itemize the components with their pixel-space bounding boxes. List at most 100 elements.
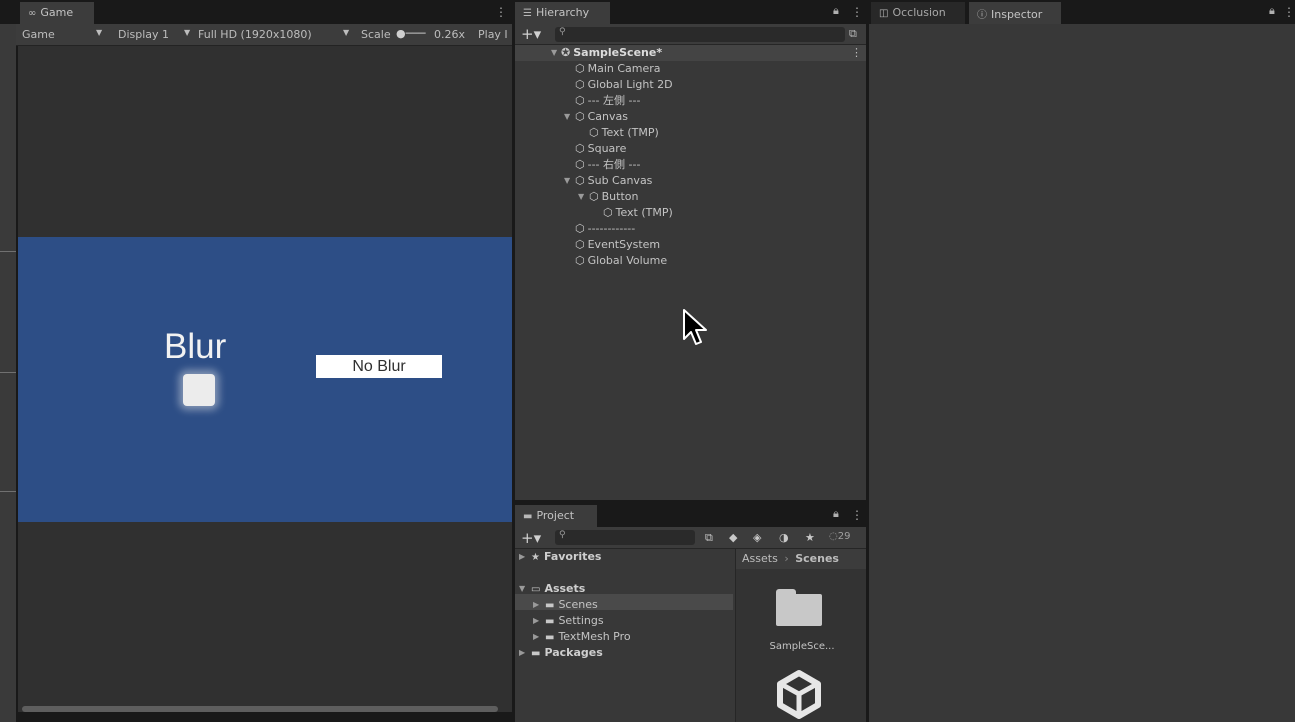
folder-icon: ▬ <box>545 616 555 627</box>
search-by-scene-icon[interactable]: ⧉ <box>705 531 713 545</box>
scale-value: 0.26x <box>434 28 466 41</box>
hierarchy-item[interactable]: ⬡ Button <box>589 189 638 205</box>
scene-header-row[interactable]: ▼ ✪ SampleScene* ⋮ <box>515 45 866 61</box>
no-blur-button[interactable]: No Blur <box>316 355 442 378</box>
hierarchy-item[interactable]: ⬡ Canvas <box>575 109 628 125</box>
project-asset-grid: Assets › Scenes SampleSce... <box>736 549 866 722</box>
tab-hierarchy[interactable]: ☰ Hierarchy <box>515 2 610 24</box>
horizontal-scrollbar[interactable] <box>22 706 498 712</box>
gameobject-icon: ⬡ <box>575 110 585 123</box>
chevron-down-icon: ▼ <box>343 28 350 37</box>
gamepad-icon: ∞ <box>28 8 37 19</box>
folder-item-scenes[interactable]: ▬ Scenes <box>545 597 598 613</box>
chevron-right-icon[interactable]: ▶ <box>533 597 539 613</box>
packages-folder[interactable]: ▬ Packages <box>531 645 603 661</box>
folder-item-textmesh-pro[interactable]: ▬ TextMesh Pro <box>545 629 631 645</box>
project-folder-tree: ▶ ★ Favorites ▼ ▭ Assets ▶ ▬ Scenes ▶ ▬ Sett… <box>515 549 735 722</box>
gameobject-icon: ⬡ <box>575 142 585 155</box>
hierarchy-item[interactable]: ⬡ Main Camera <box>575 61 661 77</box>
hierarchy-item[interactable]: ⬡ --- 左側 --- <box>575 93 640 109</box>
folder-item-settings[interactable]: ▬ Settings <box>545 613 604 629</box>
chevron-right-icon[interactable]: ▶ <box>519 645 525 661</box>
inspector-tabbar: ◫ Occlusion ⓘ Inspector 🔒︎ ⋮ <box>869 0 1295 24</box>
chevron-down-icon[interactable]: ▼ <box>578 189 584 205</box>
project-tabbar: ▬ Project 🔒︎ ⋮ <box>515 503 866 527</box>
tab-occlusion[interactable]: ◫ Occlusion <box>871 2 965 24</box>
lock-icon[interactable]: 🔒︎ <box>1269 4 1275 18</box>
hierarchy-item[interactable]: ⬡ --- 右側 --- <box>575 157 640 173</box>
unity-logo-icon[interactable] <box>774 669 824 719</box>
gameobject-icon: ⬡ <box>589 126 599 139</box>
hidden-packages-count[interactable]: ◌29 <box>829 531 850 542</box>
tab-inspector[interactable]: ⓘ Inspector <box>969 2 1061 24</box>
gameobject-icon: ⬡ <box>575 174 585 187</box>
mouse-cursor-icon <box>683 309 707 345</box>
hierarchy-item[interactable]: ⬡ Global Light 2D <box>575 77 673 93</box>
chevron-down-icon[interactable]: ▼ <box>564 173 570 189</box>
hierarchy-item[interactable]: ⬡ EventSystem <box>575 237 660 253</box>
project-panel: ▬ Project 🔒︎ ⋮ +▾ ⚲ ⧉ ◆ ◈ ◑ ★ ◌29 ▶ ★ Favo… <box>515 503 866 722</box>
scene-name: ✪ SampleScene* <box>561 46 663 59</box>
ruler-tick <box>0 491 16 492</box>
info-icon: ⓘ <box>977 10 987 21</box>
play-focused-dropdown[interactable]: Play I <box>478 28 508 41</box>
folder-icon: ▬ <box>531 648 541 659</box>
project-menu-icon[interactable]: ⋮ <box>851 508 863 522</box>
hierarchy-item[interactable]: ⬡ Text (TMP) <box>603 205 673 221</box>
inspector-menu-icon[interactable]: ⋮ <box>1283 5 1295 19</box>
occlusion-icon: ◫ <box>879 8 889 19</box>
game-toolbar: Game ▼ Display 1 ▼ Full HD (1920x1080) ▼… <box>16 24 512 46</box>
hierarchy-item[interactable]: ⬡ ------------ <box>575 221 635 237</box>
lock-icon[interactable]: 🔒︎ <box>833 4 839 18</box>
hierarchy-toolbar: +▾ ⚲ ⧉ <box>515 24 866 45</box>
folder-large-icon[interactable] <box>776 589 822 627</box>
chevron-right-icon[interactable]: ▶ <box>533 613 539 629</box>
filter-by-type-icon[interactable]: ◆ <box>729 531 737 544</box>
filter-by-log-icon[interactable]: ◑ <box>779 531 789 544</box>
filter-by-label-icon[interactable]: ◈ <box>753 531 761 544</box>
favorites-star-icon[interactable]: ★ <box>805 531 815 544</box>
folder-icon: ▬ <box>545 632 555 643</box>
display-dropdown[interactable]: Display 1 <box>118 28 169 41</box>
breadcrumb-scenes[interactable]: Scenes <box>795 552 839 565</box>
eye-icon: ◌ <box>829 531 838 542</box>
game-view[interactable]: Blur No Blur <box>18 46 512 712</box>
gameobject-icon: ⬡ <box>575 238 585 251</box>
hierarchy-item[interactable]: ⬡ Text (TMP) <box>589 125 659 141</box>
hierarchy-item[interactable]: ⬡ Sub Canvas <box>575 173 652 189</box>
create-asset-button[interactable]: +▾ <box>521 529 541 547</box>
project-search-input[interactable]: ⚲ <box>555 530 695 545</box>
hierarchy-item[interactable]: ⬡ Global Volume <box>575 253 667 269</box>
add-object-button[interactable]: +▾ <box>521 25 541 43</box>
game-tabbar: ∞ Game ⋮ <box>0 0 512 24</box>
breadcrumb-assets[interactable]: Assets <box>740 552 778 565</box>
game-mode-dropdown[interactable]: Game <box>22 28 55 41</box>
folder-icon: ▬ <box>523 511 533 522</box>
resolution-dropdown[interactable]: Full HD (1920x1080) <box>198 28 312 41</box>
game-panel-menu-icon[interactable]: ⋮ <box>495 5 507 19</box>
lock-icon[interactable]: 🔒︎ <box>833 507 839 521</box>
blur-label: Blur <box>164 327 227 366</box>
hierarchy-tabbar: ☰ Hierarchy 🔒︎ ⋮ <box>515 0 866 24</box>
chevron-down-icon[interactable]: ▼ <box>564 109 570 125</box>
game-panel: ∞ Game ⋮ Game ▼ Display 1 ▼ Full HD (1920… <box>0 0 512 722</box>
tab-project[interactable]: ▬ Project <box>515 505 597 527</box>
chevron-down-icon: ▼ <box>551 48 558 57</box>
hierarchy-search-input[interactable]: ⚲ <box>555 27 845 42</box>
chevron-right-icon[interactable]: ▶ <box>519 549 525 565</box>
scene-visibility-icon[interactable]: ⧉ <box>849 27 857 41</box>
gameobject-icon: ⬡ <box>575 62 585 75</box>
scene-menu-icon[interactable]: ⋮ <box>851 46 862 59</box>
hierarchy-menu-icon[interactable]: ⋮ <box>851 5 863 19</box>
scale-slider[interactable]: ●─── <box>396 27 425 40</box>
gameobject-icon: ⬡ <box>603 206 613 219</box>
search-icon: ⚲ <box>559 530 566 540</box>
favorites-item[interactable]: ★ Favorites <box>531 549 601 565</box>
gameobject-icon: ⬡ <box>575 94 585 107</box>
asset-item-label[interactable]: SampleSce... <box>752 641 852 652</box>
hierarchy-item[interactable]: ⬡ Square <box>575 141 626 157</box>
chevron-right-icon[interactable]: ▶ <box>533 629 539 645</box>
tab-game[interactable]: ∞ Game <box>20 2 94 24</box>
inspector-panel: ◫ Occlusion ⓘ Inspector 🔒︎ ⋮ <box>869 0 1295 722</box>
gameobject-icon: ⬡ <box>575 254 585 267</box>
